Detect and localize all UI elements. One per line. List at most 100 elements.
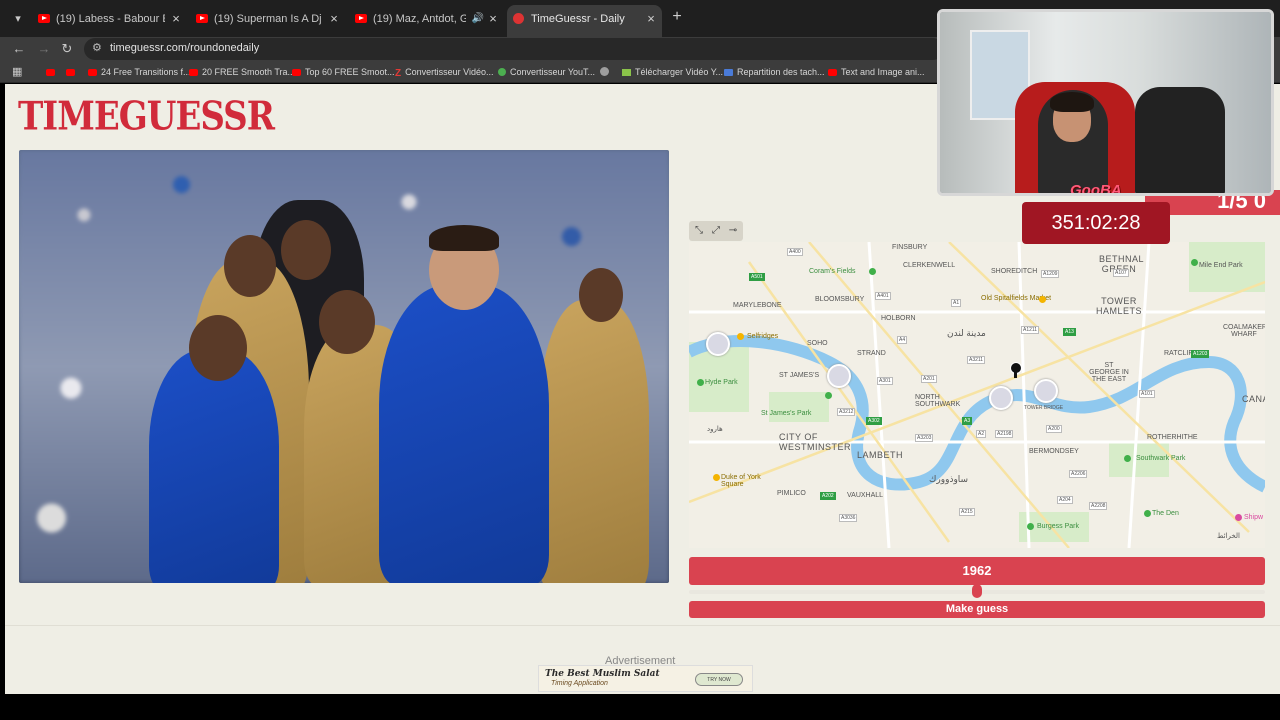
tab-search-icon[interactable]: ▾: [8, 9, 28, 29]
landmark-icon[interactable]: [1034, 379, 1058, 403]
map-label: ساوذوورك: [929, 474, 969, 484]
zoom-in-icon[interactable]: ⤡: [692, 224, 706, 238]
doc-icon: [724, 69, 733, 76]
youtube-icon: [66, 69, 75, 76]
tab-superman[interactable]: (19) Superman Is A Dj | Black C ×: [190, 6, 345, 32]
road-shield: A302: [866, 417, 882, 425]
ad-banner[interactable]: The Best Muslim Salat Timing Application…: [538, 665, 753, 692]
map-label: BERMONDSEY: [1029, 448, 1079, 455]
map-label: CLERKENWELL: [903, 262, 956, 269]
bookmark-item[interactable]: Convertisseur YouT...: [498, 65, 595, 79]
z-icon: Z: [395, 68, 402, 79]
road-shield: A200: [1046, 425, 1062, 433]
park-marker: [825, 392, 832, 399]
reload-button[interactable]: ↻: [58, 40, 76, 58]
road-shield: A2198: [995, 430, 1014, 438]
close-icon[interactable]: ×: [327, 6, 341, 32]
map-label: SHOREDITCH: [991, 268, 1038, 275]
head-shape: [189, 315, 247, 381]
youtube-icon: [88, 69, 97, 76]
guess-pin-icon[interactable]: [1010, 362, 1022, 378]
forward-button[interactable]: →: [35, 40, 53, 58]
bookmark-item[interactable]: Text and Image ani...: [828, 65, 925, 79]
bookmark-item[interactable]: Repartition des tach...: [724, 65, 825, 79]
year-display: 1962: [689, 557, 1265, 585]
bookmark-item[interactable]: 20 FREE Smooth Tra...: [189, 65, 295, 79]
make-guess-button[interactable]: Make guess: [689, 601, 1265, 618]
tab-maz[interactable]: (19) Maz, Antdot, Ginton - 🔊 ×: [349, 6, 504, 32]
url-text[interactable]: timeguessr.com/roundonedaily: [110, 42, 259, 54]
timeguessr-logo[interactable]: TIMEGUESSR: [18, 94, 275, 140]
park-marker: [697, 379, 704, 386]
map-label: ST JAMES'S: [779, 372, 820, 379]
head-shape: [281, 220, 331, 280]
tab-labess[interactable]: (19) Labess - Babour El Leuh [Te ×: [32, 6, 187, 32]
road-shield: A3212: [837, 408, 856, 416]
map-label: TOWER HAMLETS: [1095, 296, 1142, 316]
map-label: MARYLEBONE: [733, 302, 782, 309]
ad-try-button[interactable]: TRY NOW: [695, 673, 743, 686]
bookmark-item[interactable]: [46, 65, 59, 79]
map-label: The Den: [1152, 510, 1179, 517]
road-shield: A215: [959, 508, 975, 516]
player-figure: [379, 285, 549, 583]
youtube-icon: [46, 69, 55, 76]
park-marker: [1124, 455, 1131, 462]
map-attribution: الخرائط: [1217, 533, 1240, 540]
tab-label: (19) Labess - Babour El Leuh [Te: [56, 13, 165, 25]
map-label: St James's Park: [761, 410, 812, 417]
hair-shape: [429, 225, 499, 251]
youtube-icon: [292, 69, 301, 76]
map-label: NORTH SOUTHWARK: [915, 394, 961, 408]
bookmark-item[interactable]: Télécharger Vidéo Y...: [622, 65, 723, 79]
bookmark-item[interactable]: [600, 65, 613, 79]
divider: [5, 625, 1280, 626]
landmark-icon[interactable]: [827, 364, 851, 388]
cam-name-tag: GooBA: [1070, 182, 1122, 196]
road-shield: A1211: [1021, 326, 1040, 334]
tab-label: TimeGuessr - Daily: [531, 13, 625, 25]
zoom-out-icon[interactable]: ⤢: [709, 224, 723, 238]
map-label: FINSBURY: [892, 244, 928, 251]
place-marker: [1039, 296, 1046, 303]
road-shield: A2206: [1069, 470, 1088, 478]
close-icon[interactable]: ×: [644, 5, 658, 33]
close-icon[interactable]: ×: [169, 6, 183, 32]
globe-icon: [600, 67, 609, 76]
bottom-letterbox: [0, 694, 1280, 720]
bookmark-item[interactable]: Z Convertisseur Vidéo...: [395, 65, 494, 79]
year-slider-thumb[interactable]: [972, 584, 982, 598]
bookmark-item[interactable]: 24 Free Transitions f...: [88, 65, 191, 79]
pin-icon[interactable]: ⊸: [726, 224, 740, 238]
landmark-icon[interactable]: [989, 386, 1013, 410]
bookmark-item[interactable]: Top 60 FREE Smoot...: [292, 65, 395, 79]
player-figure: [539, 300, 649, 583]
address-bar[interactable]: ⚙ timeguessr.com/roundonedaily: [84, 38, 944, 60]
park-marker: [1191, 259, 1198, 266]
new-tab-button[interactable]: +: [667, 8, 687, 26]
guess-map[interactable]: FINSBURY CLERKENWELL SHOREDITCH BETHNAL …: [689, 242, 1265, 548]
download-icon: [622, 69, 631, 76]
site-settings-icon[interactable]: ⚙: [92, 41, 102, 54]
youtube-icon: [355, 14, 367, 23]
place-marker: [1235, 514, 1242, 521]
map-label: HOLBORN: [881, 315, 916, 322]
map-label: CITY OF WESTMINSTER: [779, 432, 851, 452]
map-label: Coram's Fields: [809, 268, 856, 275]
round-photo[interactable]: [19, 150, 669, 583]
close-icon[interactable]: ×: [486, 6, 500, 32]
landmark-icon[interactable]: [706, 332, 730, 356]
map-label: Selfridges: [747, 333, 779, 340]
road-shield: A400: [787, 248, 803, 256]
map-label: TOWER BRIDGE: [1024, 405, 1064, 411]
map-label: Southwark Park: [1136, 455, 1186, 462]
road-shield: A1209: [1041, 270, 1060, 278]
park-marker: [869, 268, 876, 275]
tab-timeguessr[interactable]: TimeGuessr - Daily ×: [507, 5, 662, 37]
bookmark-item[interactable]: [66, 65, 79, 79]
map-label: Mile End Park: [1199, 262, 1243, 269]
map-label: VAUXHALL: [847, 492, 884, 499]
back-button[interactable]: ←: [10, 40, 28, 58]
speaker-icon[interactable]: 🔊: [472, 6, 484, 32]
apps-grid-icon[interactable]: ▦: [12, 65, 22, 78]
